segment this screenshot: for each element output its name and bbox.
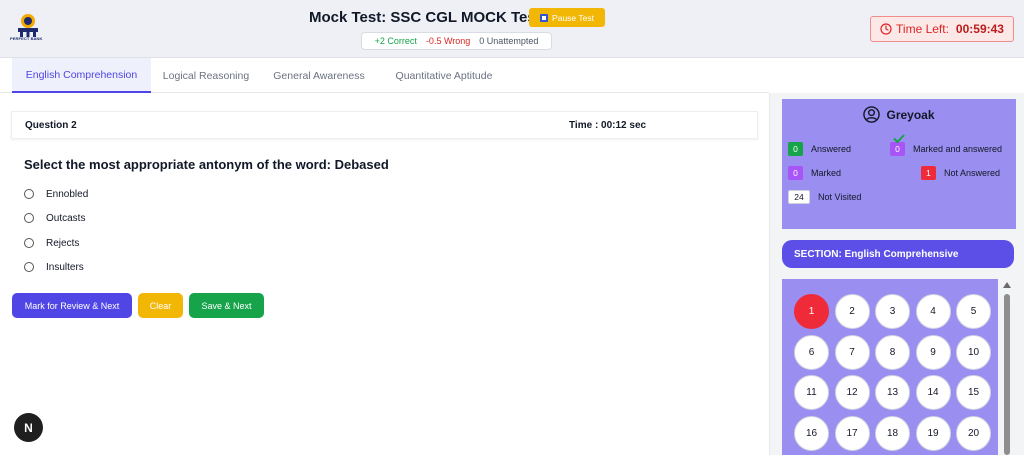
scroll-up-arrow-icon[interactable]: [1003, 282, 1011, 288]
time-left-label: Time Left:: [896, 22, 949, 36]
question-number-7-button[interactable]: 7: [834, 334, 870, 370]
option-3-label: Rejects: [46, 237, 80, 249]
option-4-label: Insulters: [46, 261, 84, 273]
time-left-badge: Time Left: 00:59:43: [870, 16, 1014, 42]
not-answered-count: 1: [921, 166, 936, 180]
option-1-label: Ennobled: [46, 188, 89, 200]
option-2[interactable]: Outcasts: [24, 211, 85, 225]
answered-label: Answered: [811, 144, 852, 154]
option-4[interactable]: Insulters: [24, 260, 84, 274]
question-number-10-button[interactable]: 10: [956, 334, 991, 370]
question-number-15-button[interactable]: 15: [956, 375, 991, 410]
top-header: PERFECT BANK Mock Test: SSC CGL MOCK Tes…: [0, 0, 1024, 58]
scrollbar-thumb[interactable]: [1004, 294, 1010, 455]
option-4-radio[interactable]: [24, 262, 34, 272]
question-number-1-button[interactable]: 1: [794, 294, 829, 329]
question-number-18-button[interactable]: 18: [875, 415, 910, 451]
question-number-16-button[interactable]: 16: [794, 415, 829, 451]
marked-answered-chip: 0: [890, 134, 905, 156]
page-title: Mock Test: SSC CGL MOCK Test 02: [309, 9, 562, 26]
option-2-label: Outcasts: [46, 212, 86, 224]
legend-not-visited: 24 Not Visited: [788, 190, 861, 204]
pause-icon: [540, 13, 549, 22]
section-label: SECTION: English Comprehensive: [782, 240, 1014, 268]
question-number-5-button[interactable]: 5: [956, 294, 991, 329]
score-unattempted: 0 Unattempted: [479, 36, 539, 46]
question-number-9-button[interactable]: 9: [915, 334, 951, 370]
legend-not-answered: 1 Not Answered: [921, 166, 1000, 180]
question-number-13-button[interactable]: 13: [875, 375, 910, 410]
marked-answered-label: Marked and answered: [913, 144, 1003, 154]
marked-count: 0: [788, 166, 803, 180]
question-number-8-button[interactable]: 8: [875, 334, 910, 370]
not-visited-label: Not Visited: [818, 192, 862, 202]
legend-answered: 0 Answered: [788, 142, 851, 156]
logo-text: PERFECT BANK: [10, 36, 43, 41]
nextjs-dev-button[interactable]: N: [14, 413, 43, 442]
option-2-radio[interactable]: [24, 213, 34, 223]
question-number-4-button[interactable]: 4: [915, 294, 951, 329]
question-number-20-button[interactable]: 20: [956, 415, 991, 451]
option-1-radio[interactable]: [24, 189, 34, 199]
time-left-value: 00:59:43: [955, 22, 1004, 36]
username: Greyoak: [886, 107, 935, 122]
question-text: Select the most appropriate antonym of t…: [24, 157, 389, 172]
question-number: Question 2: [25, 120, 77, 131]
question-header: Question 2 Time : 00:12 sec: [11, 111, 758, 139]
pause-label: Pause Test: [552, 12, 594, 23]
tab-english-comprehension[interactable]: English Comprehension: [12, 58, 151, 93]
tab-general-awareness[interactable]: General Awareness: [261, 58, 377, 93]
question-number-11-button[interactable]: 11: [794, 375, 829, 410]
answered-count: 0: [788, 142, 803, 156]
question-number-2-button[interactable]: 2: [834, 294, 870, 329]
mark-for-review-next-button[interactable]: Mark for Review & Next: [12, 293, 132, 318]
question-number-17-button[interactable]: 17: [834, 415, 870, 451]
question-number-12-button[interactable]: 12: [834, 375, 870, 410]
checkmark-icon: [893, 134, 905, 143]
tab-quantitative-aptitude[interactable]: Quantitative Aptitude: [377, 58, 511, 93]
status-legend: Greyoak 0 Answered 0 Marked and answered…: [782, 99, 1016, 229]
clear-button[interactable]: Clear: [138, 293, 183, 318]
user-circle-icon: [863, 106, 881, 123]
tab-logical-reasoning[interactable]: Logical Reasoning: [151, 58, 261, 93]
marked-answered-count: 0: [895, 144, 900, 154]
clock-icon: [880, 23, 892, 35]
not-visited-count: 24: [788, 190, 810, 204]
section-tabs: English Comprehension Logical Reasoning …: [0, 58, 769, 93]
palette-scrollbar[interactable]: [1002, 282, 1012, 455]
score-correct: +2 Correct: [374, 36, 417, 46]
user-info: Greyoak: [782, 106, 1016, 123]
option-3-radio[interactable]: [24, 238, 34, 248]
legend-marked: 0 Marked: [788, 166, 841, 180]
marked-label: Marked: [811, 168, 842, 178]
question-number-6-button[interactable]: 6: [794, 334, 829, 370]
question-number-3-button[interactable]: 3: [875, 294, 910, 329]
question-grid: 1 2 3 4 5 6 7 8 9 10 11 12 13 14 15 16 17 18 19 20: [782, 279, 998, 455]
option-1[interactable]: Ennobled: [24, 187, 88, 201]
question-number-19-button[interactable]: 19: [915, 415, 951, 451]
question-number-14-button[interactable]: 14: [915, 375, 951, 410]
save-next-button[interactable]: Save & Next: [189, 293, 264, 318]
score-summary: +2 Correct -0.5 Wrong 0 Unattempted: [361, 32, 552, 50]
score-wrong: -0.5 Wrong: [425, 36, 471, 46]
question-timer: Time : 00:12 sec: [569, 120, 647, 131]
not-answered-label: Not Answered: [944, 168, 1001, 178]
option-3[interactable]: Rejects: [24, 236, 79, 250]
legend-marked-answered: 0 Marked and answered: [890, 134, 1003, 156]
pause-test-button[interactable]: Pause Test: [529, 8, 605, 27]
